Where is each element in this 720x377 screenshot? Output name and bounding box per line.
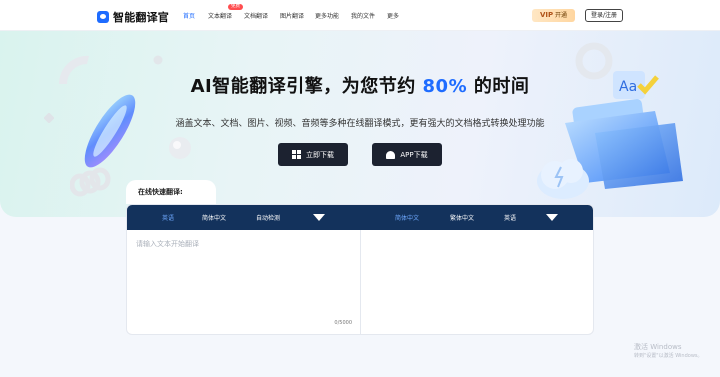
sphere-icon	[169, 137, 191, 159]
download-app-button[interactable]: APP下载	[372, 143, 442, 166]
spring-decoration-icon	[70, 167, 111, 197]
source-lang-english[interactable]: 英语	[162, 213, 174, 222]
nav-item-image-translate[interactable]: 图片翻译	[280, 11, 304, 20]
activate-windows-hint: 转到"设置"以激活 Windows。	[634, 353, 703, 359]
logo-text: 智能翻译官	[113, 11, 169, 24]
target-text-output	[361, 230, 593, 334]
nav-item-more[interactable]: 更多	[387, 11, 399, 20]
small-sphere-icon	[153, 55, 163, 65]
char-counter: 0/5000	[334, 320, 352, 326]
logo-icon	[97, 11, 109, 23]
nav-item-more-features[interactable]: 更多功能	[315, 11, 339, 20]
language-bar: 英语 简体中文 自动检测 简体中文 繁体中文 英语	[127, 205, 593, 230]
source-lang-auto-detect[interactable]: 自动检测	[256, 213, 280, 222]
vip-button[interactable]: VIP 开通	[532, 9, 575, 22]
target-lang-english[interactable]: 英语	[504, 213, 516, 222]
logo[interactable]: 智能翻译官	[97, 9, 169, 25]
nav-item-text-translate[interactable]: 文本翻译	[208, 11, 232, 20]
download-app-label: APP下载	[400, 150, 428, 159]
nav-item-doc-translate[interactable]: 文档翻译	[244, 11, 268, 20]
download-windows-button[interactable]: 立即下载	[278, 143, 348, 166]
target-lang-chevron-down-icon[interactable]	[546, 214, 558, 221]
top-nav: 智能翻译官 首页 文本翻译 免费 文档翻译 图片翻译 更多功能 我的文件 更多 …	[0, 0, 720, 31]
source-lang-simplified-chinese[interactable]: 简体中文	[202, 213, 226, 222]
login-button[interactable]: 登录/注册	[585, 9, 623, 22]
activate-windows-title: 激活 Windows	[634, 343, 682, 351]
nav-item-my-files[interactable]: 我的文件	[351, 11, 375, 20]
hero-banner: Aa AI智能翻译引擎，为您节约 80% 的时间 涵盖文本、文档、图片、视频、音…	[0, 31, 720, 217]
free-badge: 免费	[228, 4, 243, 10]
android-icon	[386, 150, 396, 159]
hero-title: AI智能翻译引擎，为您节约 80% 的时间	[0, 72, 720, 98]
hero-title-highlight: 80%	[422, 76, 468, 97]
translate-panel: 英语 简体中文 自动检测 简体中文 繁体中文 英语 请输入文本开始翻译 0/50…	[126, 204, 594, 335]
target-lang-simplified-chinese[interactable]: 简体中文	[395, 213, 419, 222]
hero-title-part2: 的时间	[473, 76, 530, 97]
download-windows-label: 立即下载	[306, 150, 334, 159]
source-placeholder: 请输入文本开始翻译	[136, 240, 199, 248]
nav-item-home[interactable]: 首页	[183, 11, 195, 20]
vip-label: 开通	[555, 12, 568, 19]
source-text-input[interactable]: 请输入文本开始翻译 0/5000	[127, 230, 361, 334]
quick-translate-tab: 在线快速翻译:	[126, 180, 216, 204]
windows-icon	[292, 150, 301, 159]
source-lang-chevron-down-icon[interactable]	[313, 214, 325, 221]
hero-subtitle: 涵盖文本、文档、图片、视频、音频等多种在线翻译模式，更有强大的文档格式转换处理功…	[175, 119, 545, 129]
target-lang-traditional-chinese[interactable]: 繁体中文	[450, 213, 474, 222]
vip-prefix: VIP	[539, 11, 554, 19]
hero-title-part1: AI智能翻译引擎，为您节约	[190, 76, 416, 97]
